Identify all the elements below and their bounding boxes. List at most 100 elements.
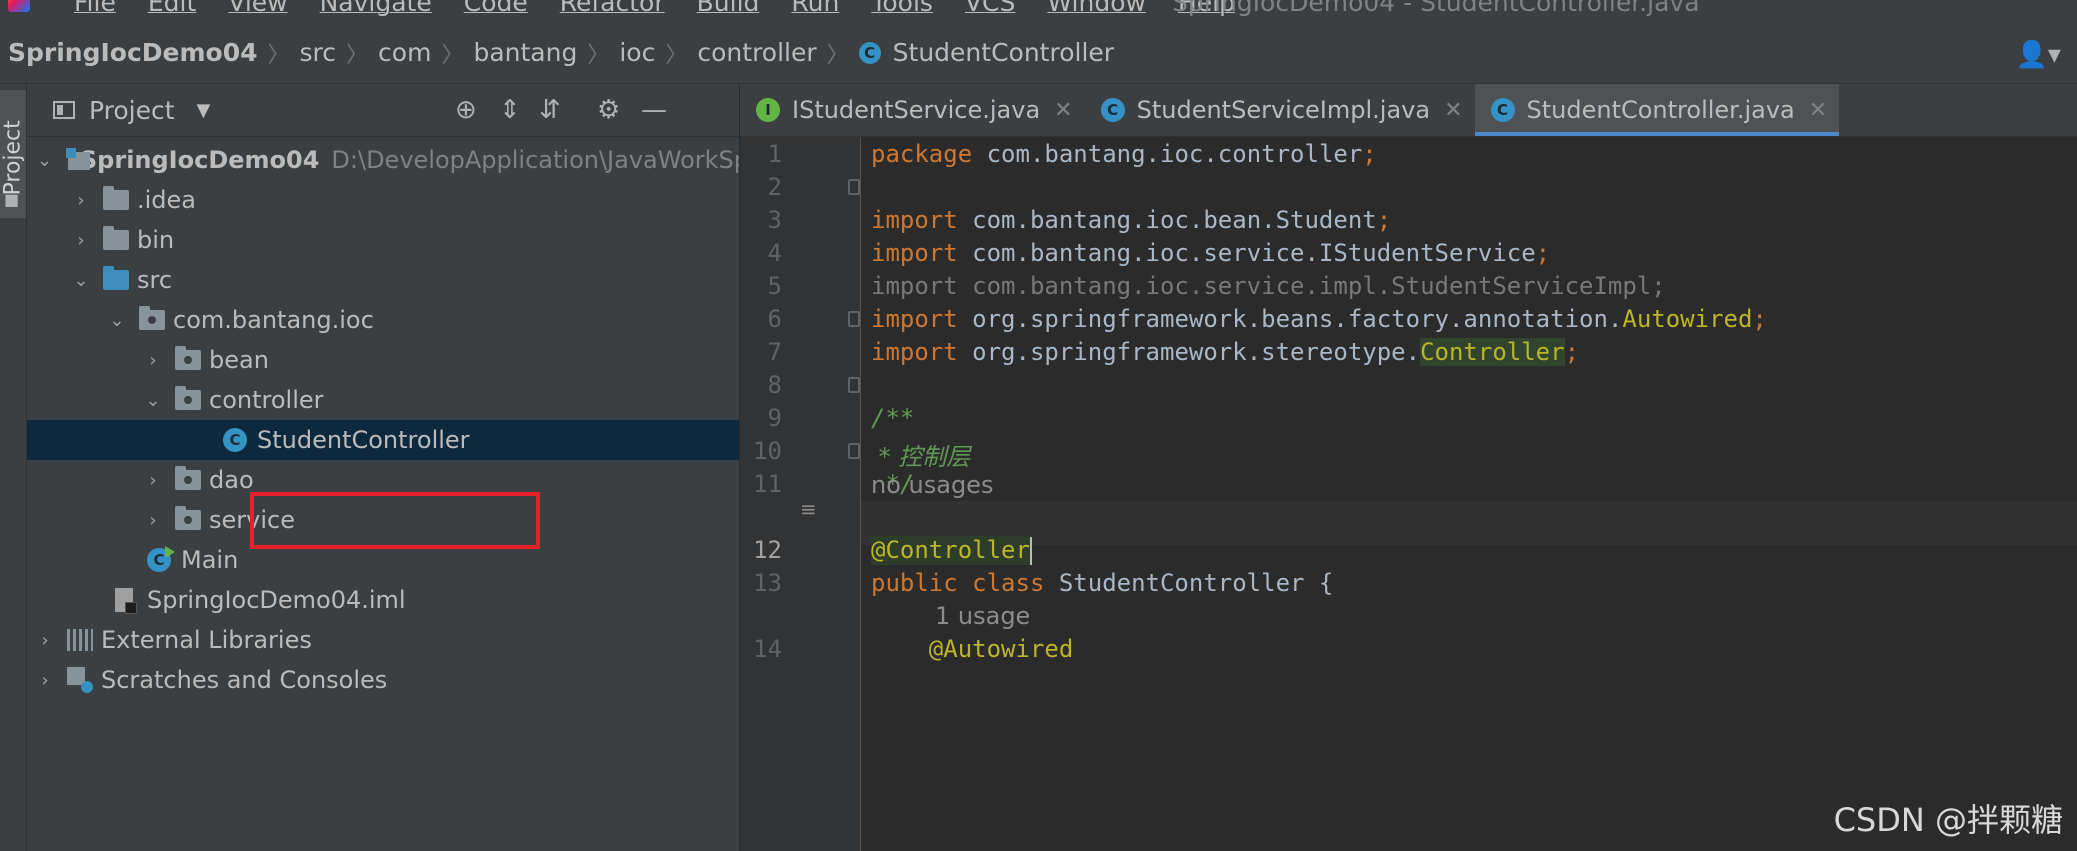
java-class-icon: C	[1100, 98, 1125, 122]
code-token: org.springframework.beans.factory.annota…	[957, 305, 1623, 333]
tree-item-label: Main	[181, 546, 239, 574]
tree-item-label: controller	[209, 386, 324, 414]
fold-marker-icon[interactable]	[848, 377, 860, 393]
chevron-right-icon: 〉	[267, 42, 290, 68]
code-token: com.bantang.ioc.controller	[972, 140, 1363, 168]
gear-icon[interactable]: ⚙	[597, 96, 620, 124]
chevron-right-icon[interactable]: ›	[145, 510, 161, 531]
tree-item-studentcontroller[interactable]: C StudentController	[27, 420, 739, 460]
navigation-bar: SpringIocDemo04 〉 src 〉 com 〉 bantang 〉 …	[0, 22, 2077, 84]
tab-studentserviceimpl[interactable]: C StudentServiceImpl.java ✕	[1085, 84, 1475, 136]
menu-file[interactable]: File	[74, 0, 116, 17]
close-icon[interactable]: ✕	[1444, 98, 1462, 123]
expand-all-icon[interactable]: ⇕	[499, 96, 521, 124]
menu-navigate[interactable]: Navigate	[320, 0, 432, 17]
tree-item-iml-file[interactable]: SpringIocDemo04.iml	[27, 580, 739, 620]
line-number: 5	[767, 272, 782, 300]
menu-build[interactable]: Build	[697, 0, 760, 17]
breadcrumb-bantang[interactable]: bantang	[473, 38, 577, 67]
tree-item-external-libraries[interactable]: › External Libraries	[27, 620, 739, 660]
breadcrumb-ioc[interactable]: ioc	[619, 38, 655, 67]
folder-icon: ■	[4, 190, 20, 209]
tree-item-label: src	[137, 266, 173, 294]
chevron-right-icon[interactable]: ›	[37, 630, 53, 651]
render-doc-icon[interactable]: ≡	[800, 497, 817, 521]
tree-item-idea[interactable]: › .idea	[27, 180, 739, 220]
code-line-14: @Autowired	[871, 635, 1074, 663]
project-panel-header: Project ▼ ⊕ ⇕ ⇵ ⚙ —	[27, 84, 739, 137]
menu-run[interactable]: Run	[791, 0, 839, 17]
tab-label: StudentServiceImpl.java	[1136, 96, 1431, 124]
menu-edit[interactable]: Edit	[148, 0, 196, 17]
intellij-logo-icon[interactable]	[8, 0, 30, 12]
breadcrumb-com[interactable]: com	[378, 38, 431, 67]
fold-marker-icon[interactable]	[848, 179, 860, 195]
java-interface-icon: I	[756, 98, 780, 122]
usages-hint[interactable]: no usages	[871, 471, 993, 499]
tree-item-label: .idea	[137, 186, 197, 214]
menu-refactor[interactable]: Refactor	[560, 0, 665, 17]
breadcrumb-src[interactable]: src	[300, 38, 337, 67]
tab-istudentservice[interactable]: I IStudentService.java ✕	[740, 84, 1085, 136]
breadcrumb-studentcontroller[interactable]: StudentController	[893, 38, 1114, 67]
tree-item-project-root[interactable]: ⌄ SpringIocDemo04 D:\DevelopApplication\…	[27, 140, 739, 180]
library-icon	[67, 629, 93, 651]
menu-window[interactable]: Window	[1047, 0, 1146, 17]
fold-marker-icon[interactable]	[848, 311, 860, 327]
chevron-down-icon[interactable]: ⌄	[145, 390, 161, 411]
tree-item-controller[interactable]: ⌄ controller	[27, 380, 739, 420]
menu-view[interactable]: View	[228, 0, 287, 17]
menu-tools[interactable]: Tools	[871, 0, 933, 17]
java-class-icon: C	[858, 41, 881, 64]
chevron-down-icon[interactable]: ⌄	[109, 310, 125, 331]
tree-item-scratches[interactable]: › Scratches and Consoles	[27, 660, 739, 700]
project-tool-window-tab[interactable]: Project ■	[0, 90, 26, 218]
tree-item-bean[interactable]: › bean	[27, 340, 739, 380]
tab-studentcontroller[interactable]: C StudentController.java ✕	[1474, 84, 1840, 136]
java-class-icon: C	[223, 428, 247, 452]
code-token: Autowired	[1622, 305, 1753, 333]
hide-panel-icon[interactable]: —	[641, 96, 667, 124]
tree-item-label: bin	[137, 226, 175, 254]
collapse-all-icon[interactable]: ⇵	[539, 96, 561, 124]
tree-item-dao[interactable]: › dao	[27, 460, 739, 500]
tree-item-main[interactable]: C Main	[27, 540, 739, 580]
editor-tabs: I IStudentService.java ✕ C StudentServic…	[740, 84, 2077, 137]
project-panel-title[interactable]: Project	[89, 96, 175, 125]
chevron-right-icon[interactable]: ›	[145, 350, 161, 371]
tree-item-package-com-bantang-ioc[interactable]: ⌄ com.bantang.ioc	[27, 300, 739, 340]
breadcrumb-project[interactable]: SpringIocDemo04	[8, 38, 258, 67]
tree-item-label: SpringIocDemo04	[79, 146, 320, 174]
code-token: public class	[871, 569, 1045, 597]
package-icon	[175, 386, 201, 410]
user-account-icon[interactable]: 👤▾	[2016, 40, 2061, 70]
locate-file-icon[interactable]: ⊕	[455, 96, 477, 124]
tab-label: IStudentService.java	[792, 96, 1041, 124]
close-icon[interactable]: ✕	[1054, 98, 1072, 123]
chevron-right-icon[interactable]: ›	[73, 190, 89, 211]
tree-item-bin[interactable]: › bin	[27, 220, 739, 260]
tree-item-src[interactable]: ⌄ src	[27, 260, 739, 300]
code-editor[interactable]: 1 2 3 4 5 6 7 8 9 10 11 12 13 14 ≡ packa…	[740, 137, 2077, 851]
chevron-right-icon[interactable]: ›	[37, 670, 53, 691]
chevron-right-icon[interactable]: ›	[145, 470, 161, 491]
module-icon	[66, 148, 90, 172]
code-token: ;	[1376, 206, 1392, 234]
code-token: import	[871, 206, 958, 234]
chevron-down-icon[interactable]: ⌄	[73, 270, 89, 291]
fold-marker-icon[interactable]	[848, 443, 860, 459]
code-line-6: import org.springframework.beans.factory…	[871, 305, 1767, 333]
close-icon[interactable]: ✕	[1809, 98, 1827, 123]
tree-item-service[interactable]: › service	[27, 500, 739, 540]
code-line-1: package com.bantang.ioc.controller;	[871, 140, 1377, 168]
menu-items: File Edit View Navigate Code Refactor Bu…	[74, 0, 1267, 17]
code-line-9: /**	[871, 404, 915, 432]
breadcrumb-controller[interactable]: controller	[697, 38, 816, 67]
left-tool-strip: Project ■	[0, 84, 27, 851]
chevron-right-icon[interactable]: ›	[73, 230, 89, 251]
chevron-down-icon[interactable]: ⌄	[37, 150, 52, 171]
chevron-down-icon[interactable]: ▼	[197, 100, 211, 121]
menu-code[interactable]: Code	[464, 0, 528, 17]
menu-vcs[interactable]: VCS	[965, 0, 1015, 17]
usages-hint[interactable]: 1 usage	[935, 602, 1030, 630]
